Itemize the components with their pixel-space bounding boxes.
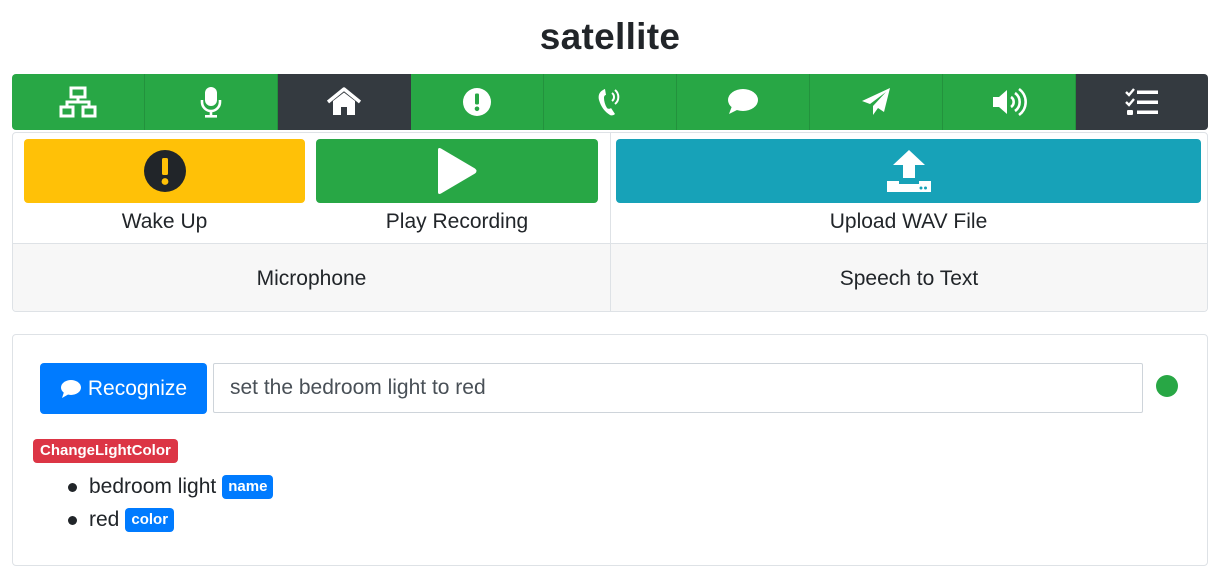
comment-icon: [728, 89, 758, 114]
recognize-button[interactable]: Recognize: [40, 363, 207, 414]
nav-chat-button[interactable]: [677, 74, 810, 130]
nav-alert-button[interactable]: [411, 74, 544, 130]
upload-wav-label: Upload WAV File: [829, 210, 988, 233]
nav-phone-button[interactable]: [544, 74, 677, 130]
entity-value: red: [89, 508, 120, 531]
nav-microphone-button[interactable]: [145, 74, 278, 130]
bullet: [68, 515, 77, 525]
network-icon: [59, 86, 97, 118]
play-recording-button[interactable]: [316, 139, 598, 203]
page-title: satellite: [539, 16, 681, 57]
entity-value: bedroom light: [89, 475, 217, 498]
exclamation-circle-icon: [463, 88, 491, 116]
microphone-label[interactable]: Microphone: [13, 267, 610, 291]
intent-badge: ChangeLightColor: [33, 439, 178, 463]
speech-to-text-label[interactable]: Speech to Text: [611, 267, 1207, 291]
status-indicator: [1156, 375, 1178, 397]
nav-tasks-button[interactable]: [1076, 74, 1208, 130]
tasks-icon: [1125, 88, 1158, 115]
recognize-button-label: Recognize: [87, 376, 188, 400]
comment-icon: [60, 379, 81, 398]
microphone-icon: [200, 87, 222, 118]
panel-divider-horizontal: [13, 243, 1207, 244]
entity-name-badge: name: [222, 475, 274, 499]
entity-name-badge: color: [125, 508, 175, 532]
entity-list-item: red color: [68, 506, 175, 534]
exclamation-circle-icon: [143, 150, 186, 192]
bullet: [68, 482, 77, 492]
nav-home-button[interactable]: [278, 74, 411, 130]
play-icon: [438, 148, 477, 194]
nav-volume-button[interactable]: [943, 74, 1076, 130]
wake-up-button[interactable]: [24, 139, 305, 203]
upload-icon: [886, 150, 931, 192]
nav-network-button[interactable]: [12, 74, 145, 130]
paper-plane-icon: [862, 88, 890, 115]
nav-send-button[interactable]: [810, 74, 943, 130]
wake-up-label: Wake Up: [121, 210, 208, 233]
home-icon: [326, 87, 362, 115]
entity-list-item: bedroom light name: [68, 473, 274, 501]
phone-volume-icon: [598, 89, 620, 116]
sentence-input[interactable]: [213, 363, 1143, 413]
play-recording-label: Play Recording: [385, 210, 529, 233]
nav-toolbar: [12, 74, 1208, 130]
audio-panel: Wake Up Play Recording Upload WAV File M…: [12, 132, 1208, 312]
volume-up-icon: [993, 87, 1027, 117]
upload-wav-button[interactable]: [616, 139, 1201, 203]
